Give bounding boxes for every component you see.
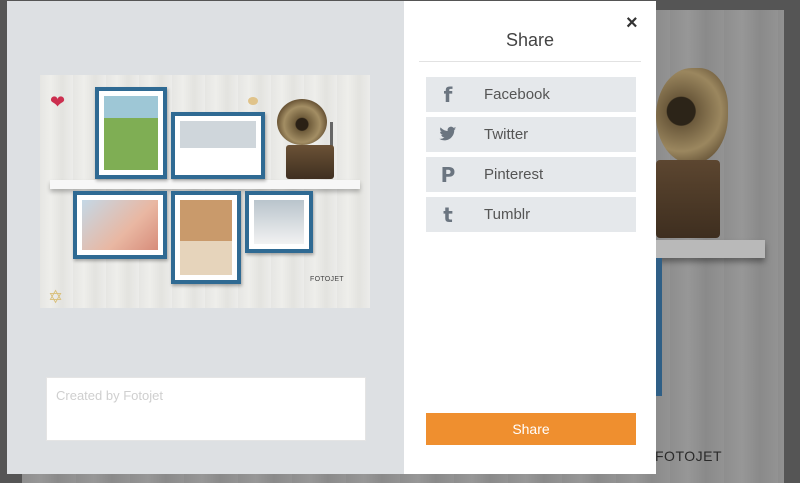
share-pinterest-label: Pinterest bbox=[484, 166, 544, 183]
bird-icon bbox=[248, 97, 258, 105]
share-tumblr-button[interactable]: t Tumblr bbox=[426, 197, 636, 232]
share-dialog-title: Share bbox=[505, 30, 555, 50]
share-dialog-panel: × Share f Facebook Twitter P Pinterest t… bbox=[404, 1, 656, 474]
share-pinterest-button[interactable]: P Pinterest bbox=[426, 157, 636, 192]
photo-frame-family-field bbox=[95, 87, 167, 179]
share-tumblr-label: Tumblr bbox=[484, 206, 531, 223]
background-gramophone-box bbox=[656, 160, 720, 238]
background-brand-text: FOTOJET bbox=[655, 448, 723, 464]
photo-frame-baking bbox=[171, 191, 241, 284]
gramophone-arm bbox=[330, 122, 333, 147]
star-icon: ✡ bbox=[48, 287, 64, 307]
background-gramophone-horn bbox=[656, 68, 728, 164]
share-button[interactable]: Share bbox=[426, 413, 636, 445]
collage-watermark: FOTOJET bbox=[310, 276, 344, 283]
share-facebook-button[interactable]: f Facebook bbox=[426, 77, 636, 112]
background-shelf bbox=[640, 240, 765, 258]
gramophone-box bbox=[286, 145, 334, 179]
photo-frame-kids bbox=[73, 191, 167, 259]
tumblr-icon: t bbox=[443, 202, 453, 227]
gramophone-horn-icon bbox=[277, 99, 327, 145]
share-facebook-label: Facebook bbox=[484, 86, 550, 103]
facebook-icon: f bbox=[443, 82, 453, 107]
pinterest-icon: P bbox=[440, 162, 456, 187]
heart-icon: ❤ bbox=[50, 92, 66, 112]
collage-shelf bbox=[50, 180, 360, 189]
caption-box bbox=[46, 377, 366, 441]
twitter-icon bbox=[426, 123, 470, 147]
share-twitter-label: Twitter bbox=[484, 126, 529, 143]
photo-frame-winter bbox=[245, 191, 313, 253]
share-twitter-button[interactable]: Twitter bbox=[426, 117, 636, 152]
caption-input[interactable] bbox=[47, 378, 365, 440]
title-divider bbox=[419, 61, 641, 62]
collage-preview-image: ❤ ✡ FOTOJET bbox=[40, 75, 370, 308]
photo-frame-snow bbox=[171, 112, 265, 179]
share-dialog-preview-pane: ❤ ✡ FOTOJET bbox=[7, 1, 404, 474]
